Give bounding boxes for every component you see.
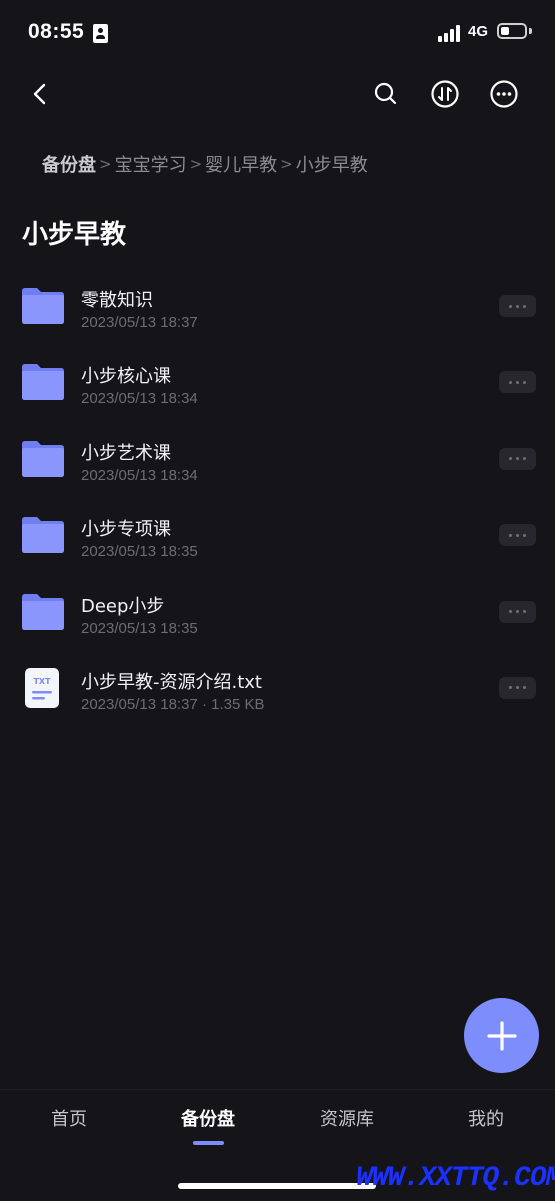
file-row[interactable]: 小步专项课 2023/05/13 18:35	[0, 497, 555, 573]
search-icon	[374, 82, 397, 105]
more-button[interactable]	[482, 72, 526, 116]
file-name: Deep小步	[81, 595, 165, 617]
transfer-arrows-icon	[431, 80, 459, 108]
watermark: WWW.XXTTQ.COM	[356, 1163, 555, 1194]
breadcrumb-item-current: 小步早教	[295, 155, 368, 176]
home-indicator[interactable]	[178, 1183, 376, 1189]
plus-icon	[486, 1020, 517, 1051]
network-label: 4G	[468, 23, 489, 40]
file-meta: 2023/05/13 18:34	[81, 390, 198, 408]
transfer-button[interactable]	[423, 72, 467, 116]
row-more-button[interactable]	[499, 295, 536, 317]
file-row[interactable]: 小步核心课 2023/05/13 18:34	[0, 344, 555, 420]
more-circle-icon	[490, 80, 518, 108]
folder-icon	[22, 593, 64, 630]
tab-me[interactable]: 我的	[436, 1105, 536, 1131]
breadcrumb: 备份盘 > 宝宝学习 > 婴儿早教 > 小步早教	[42, 150, 368, 178]
file-list: 零散知识 2023/05/13 18:37 小步核心课 2023/05/13 1…	[0, 268, 555, 726]
file-meta: 2023/05/13 18:34	[81, 466, 198, 484]
page-title: 小步早教	[22, 220, 127, 250]
row-more-button[interactable]	[499, 371, 536, 394]
file-meta: 2023/05/13 18:35	[81, 543, 198, 561]
file-row[interactable]: 零散知识 2023/05/13 18:37	[0, 268, 555, 344]
chevron-right-icon: >	[280, 155, 293, 173]
file-name: 小步艺术课	[81, 442, 171, 464]
tab-backup-disk[interactable]: 备份盘	[158, 1105, 258, 1131]
tab-home[interactable]: 首页	[19, 1105, 119, 1131]
file-name: 小步专项课	[81, 519, 171, 541]
file-meta: 2023/05/13 18:37	[81, 314, 198, 331]
contact-card-icon	[93, 24, 108, 43]
chevron-right-icon: >	[99, 155, 112, 173]
txt-file-icon: TXT	[25, 667, 59, 708]
txt-icon-label: TXT	[33, 677, 51, 686]
breadcrumb-item-baby-learning[interactable]: 宝宝学习	[115, 151, 187, 177]
search-button[interactable]	[364, 72, 408, 116]
active-tab-indicator	[193, 1141, 224, 1145]
file-name: 小步早教-资源介绍.txt	[81, 671, 262, 693]
file-row[interactable]: Deep小步 2023/05/13 18:35	[0, 574, 555, 650]
folder-icon	[22, 517, 64, 554]
battery-fill	[501, 27, 509, 35]
file-meta: 2023/05/13 18:37 · 1.35 KB	[81, 695, 265, 713]
file-name: 零散知识	[81, 290, 153, 311]
breadcrumb-item-infant-education[interactable]: 婴儿早教	[205, 151, 277, 177]
row-more-button[interactable]	[499, 447, 536, 470]
status-time: 08:55	[28, 20, 85, 43]
tab-resource-library[interactable]: 资源库	[297, 1105, 397, 1131]
row-more-button[interactable]	[499, 600, 536, 623]
battery-cap	[529, 28, 532, 34]
row-more-button[interactable]	[499, 676, 536, 699]
breadcrumb-item-backup-disk[interactable]: 备份盘	[42, 151, 96, 177]
folder-icon	[22, 364, 64, 401]
file-row[interactable]: 小步艺术课 2023/05/13 18:34	[0, 421, 555, 497]
back-button[interactable]	[18, 72, 62, 116]
file-row[interactable]: TXT 小步早教-资源介绍.txt 2023/05/13 18:37 · 1.3…	[0, 650, 555, 726]
add-button[interactable]	[464, 998, 539, 1073]
row-more-button[interactable]	[499, 524, 536, 547]
chevron-right-icon: >	[189, 155, 203, 173]
file-meta: 2023/05/13 18:35	[81, 619, 198, 637]
folder-icon	[22, 288, 64, 324]
chevron-left-icon	[33, 83, 46, 105]
folder-icon	[22, 440, 64, 477]
battery-icon	[497, 23, 527, 39]
signal-icon	[438, 24, 464, 42]
file-name: 小步核心课	[81, 366, 171, 388]
